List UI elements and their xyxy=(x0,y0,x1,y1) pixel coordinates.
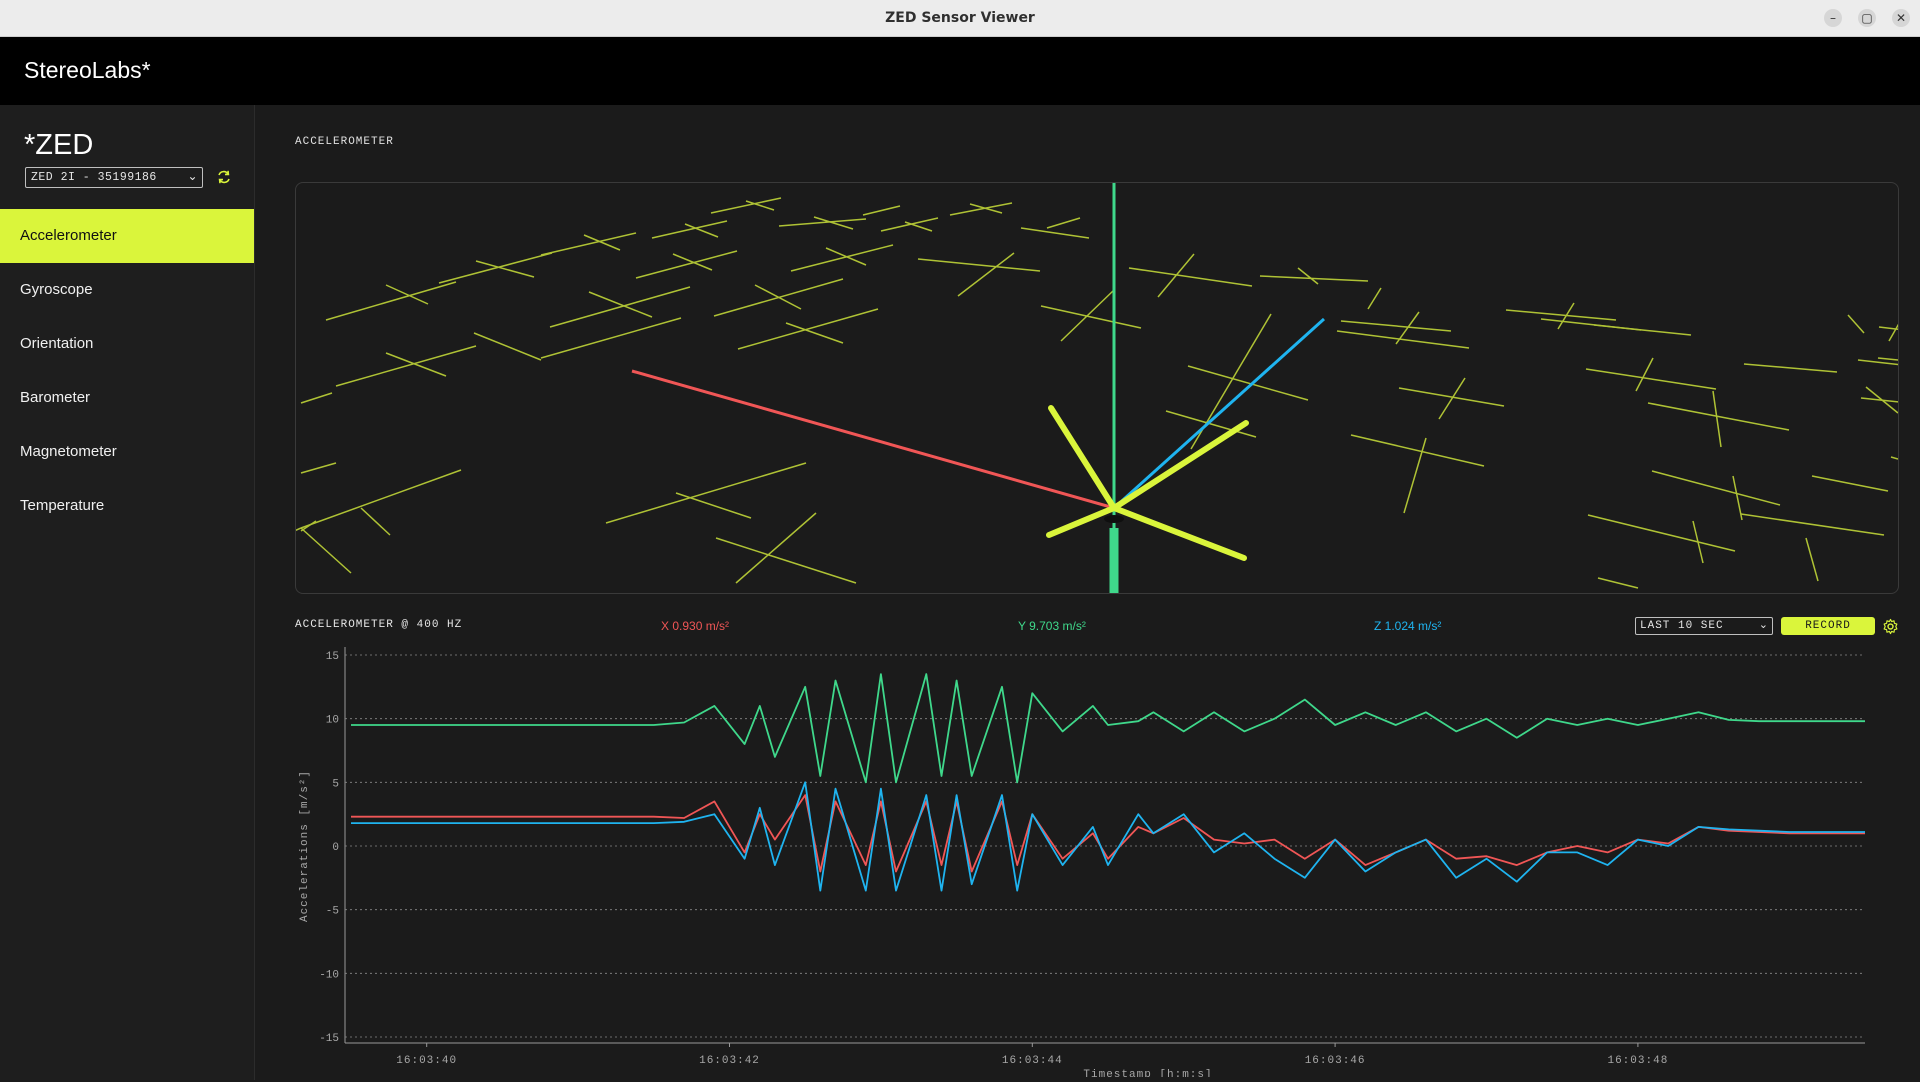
chevron-down-icon: ⌄ xyxy=(187,170,198,184)
chevron-down-icon: ⌄ xyxy=(1758,620,1769,632)
window-title: ZED Sensor Viewer xyxy=(885,10,1035,26)
x-tick-label: 16:03:40 xyxy=(396,1055,457,1067)
sidebar-item-barometer[interactable]: Barometer xyxy=(0,371,254,425)
x-readout: X 0.930 m/s² xyxy=(661,619,730,633)
y-tick-label: 0 xyxy=(332,842,339,854)
gear-icon[interactable] xyxy=(1882,618,1899,635)
sidebar-title: *ZED xyxy=(24,129,94,161)
y-axis-label: Accelerations [m/s²] xyxy=(299,770,311,922)
z-axis-line xyxy=(1112,317,1326,510)
3d-scene xyxy=(296,183,1898,593)
z-readout: Z 1.024 m/s² xyxy=(1374,619,1442,633)
maximize-button[interactable]: ▢ xyxy=(1858,9,1876,27)
y-tick-label: 10 xyxy=(326,715,339,727)
sidebar-item-accelerometer[interactable]: Accelerometer xyxy=(0,209,254,263)
time-range-select[interactable]: LAST 10 SEC ⌄ xyxy=(1635,617,1773,635)
series-line-z xyxy=(351,781,1865,892)
close-button[interactable]: ✕ xyxy=(1892,9,1910,27)
series-line-y xyxy=(351,673,1865,784)
y-tick-label: 5 xyxy=(332,778,339,790)
section-title: ACCELEROMETER xyxy=(295,136,394,148)
device-select[interactable]: ZED 2I - 35199186 ⌄ xyxy=(25,167,203,188)
sidebar-item-gyroscope[interactable]: Gyroscope xyxy=(0,263,254,317)
sidebar-nav: Accelerometer Gyroscope Orientation Baro… xyxy=(0,209,254,533)
chart-title: ACCELEROMETER @ 400 HZ xyxy=(295,619,463,631)
sidebar-item-magnetometer[interactable]: Magnetometer xyxy=(0,425,254,479)
acceleration-vector xyxy=(1046,405,1249,561)
device-select-value: ZED 2I - 35199186 xyxy=(31,171,157,184)
minimize-button[interactable]: – xyxy=(1824,9,1842,27)
sidebar-item-temperature[interactable]: Temperature xyxy=(0,479,254,533)
3d-viewport[interactable] xyxy=(295,182,1899,594)
brand-logo: StereoLabs* xyxy=(24,57,151,83)
window-titlebar: ZED Sensor Viewer – ▢ ✕ xyxy=(0,0,1920,37)
refresh-icon[interactable] xyxy=(216,169,232,185)
x-tick-label: 16:03:46 xyxy=(1305,1055,1366,1067)
y-tick-label: -15 xyxy=(319,1033,339,1045)
sidebar: *ZED ZED 2I - 35199186 ⌄ Accelerometer G… xyxy=(0,105,255,1080)
record-button[interactable]: RECORD xyxy=(1781,617,1875,635)
x-axis-label: Timestamp [h:m:s] xyxy=(1083,1069,1212,1077)
time-range-value: LAST 10 SEC xyxy=(1640,620,1724,632)
app-header: StereoLabs* xyxy=(0,37,1920,105)
main-content: ACCELEROMETER ACCELEROMETER @ 400 HZ X 0… xyxy=(255,105,1920,1081)
x-axis-line xyxy=(631,369,1115,510)
origin-marker xyxy=(1104,515,1124,523)
y-tick-label: -5 xyxy=(326,906,339,918)
y-tick-label: -10 xyxy=(319,969,339,981)
x-tick-label: 16:03:48 xyxy=(1607,1055,1668,1067)
sidebar-item-orientation[interactable]: Orientation xyxy=(0,317,254,371)
ground-grid xyxy=(296,197,1898,589)
x-tick-label: 16:03:42 xyxy=(699,1055,760,1067)
y-tick-label: 15 xyxy=(326,651,339,663)
chart-canvas: 15 10 5 0 -5 -10 -15 16:03:40 16:03:42 16:03:44 16… xyxy=(299,647,1865,1081)
acceleration-chart: 15 10 5 0 -5 -10 -15 16:03:40 16:03:42 16:03:44 16… xyxy=(255,637,1920,1081)
y-readout: Y 9.703 m/s² xyxy=(1018,619,1086,633)
x-tick-label: 16:03:44 xyxy=(1002,1055,1063,1067)
chart-header: ACCELEROMETER @ 400 HZ X 0.930 m/s² Y 9.… xyxy=(295,617,1899,637)
series-line-x xyxy=(351,794,1865,873)
